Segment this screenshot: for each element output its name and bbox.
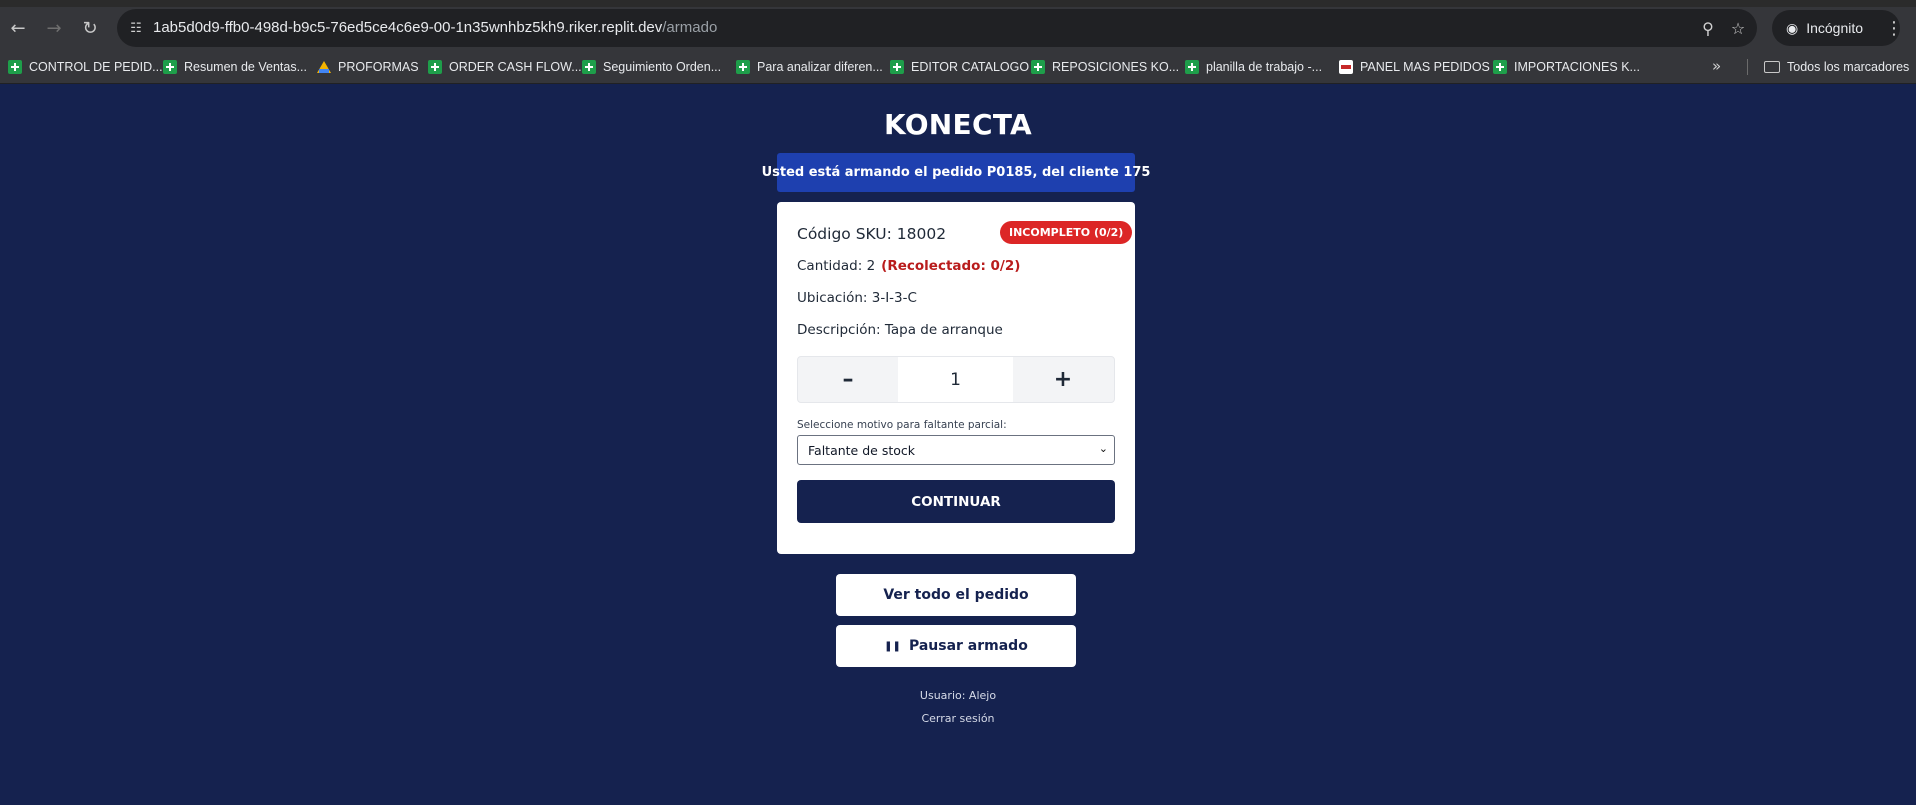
sheets-icon	[1185, 60, 1199, 74]
bookmark-label: PANEL MAS PEDIDOS	[1360, 60, 1490, 74]
description-label: Descripción:	[797, 322, 881, 338]
logout-link[interactable]: Cerrar sesión	[0, 712, 1916, 725]
reason-selected-value: Faltante de stock	[808, 442, 915, 458]
bookmark-label: Para analizar diferen...	[757, 60, 883, 74]
sheets-icon	[163, 60, 177, 74]
sku-label: Código SKU:	[797, 225, 892, 243]
client-id: 175	[1123, 165, 1151, 180]
sheets-icon	[890, 60, 904, 74]
quantity-stepper: – 1 +	[797, 356, 1115, 403]
back-icon[interactable]: ←	[4, 14, 32, 42]
description-row: Descripción: Tapa de arranque	[797, 322, 1003, 338]
bookmark-item[interactable]: EDITOR CATALOGO	[890, 56, 1029, 78]
banner-prefix: Usted está armando el pedido	[761, 165, 987, 180]
bookmark-label: PROFORMAS	[338, 60, 419, 74]
decrement-button[interactable]: –	[798, 357, 898, 402]
bookmarks-bar: CONTROL DE PEDID... Resumen de Ventas...…	[0, 49, 1916, 84]
incognito-icon: ◉	[1786, 19, 1799, 36]
panel-icon	[1339, 60, 1353, 74]
sheets-icon	[736, 60, 750, 74]
collected-status: (Recolectado: 0/2)	[881, 258, 1021, 274]
view-order-label: Ver todo el pedido	[883, 587, 1029, 603]
address-bar[interactable]: ☷ 1ab5d0d9-ffb0-498d-b9c5-76ed5ce4c6e9-0…	[117, 9, 1757, 47]
order-id: P0185	[986, 165, 1033, 180]
bookmark-label: planilla de trabajo -...	[1206, 60, 1323, 74]
description-value: Tapa de arranque	[884, 322, 1003, 338]
chevron-down-icon: ⌄	[1098, 442, 1108, 455]
location-value: 3-I-3-C	[871, 290, 917, 306]
bookmark-item[interactable]: CONTROL DE PEDID...	[8, 56, 163, 78]
site-info-icon[interactable]: ☷	[125, 17, 147, 39]
bookmark-item[interactable]: Resumen de Ventas...	[163, 56, 307, 78]
sku-row: Código SKU: 18002	[797, 225, 946, 243]
view-order-button[interactable]: Ver todo el pedido	[836, 574, 1076, 616]
status-badge: INCOMPLETO (0/2)	[1000, 221, 1133, 244]
all-bookmarks-folder[interactable]: Todos los marcadores	[1764, 56, 1909, 78]
all-bookmarks-label: Todos los marcadores	[1787, 60, 1910, 74]
bookmark-label: Seguimiento Orden...	[603, 60, 722, 74]
quantity-label: Cantidad:	[797, 258, 863, 274]
bookmark-item[interactable]: PROFORMAS	[317, 56, 419, 78]
bookmark-item[interactable]: REPOSICIONES KO...	[1031, 56, 1179, 78]
url-host: 1ab5d0d9-ffb0-498d-b9c5-76ed5ce4c6e9-00-…	[153, 19, 663, 36]
menu-icon[interactable]: ⋮	[1880, 14, 1908, 42]
bookmarks-divider	[1747, 59, 1748, 75]
drive-icon	[317, 60, 331, 74]
browser-toolbar: ← → ↻ ☷ 1ab5d0d9-ffb0-498d-b9c5-76ed5ce4…	[0, 7, 1916, 49]
quantity-input[interactable]: 1	[898, 357, 1013, 402]
user-label: Usuario: Alejo	[919, 689, 997, 702]
bookmark-star-icon[interactable]: ☆	[1727, 17, 1749, 39]
bookmark-label: IMPORTACIONES K...	[1514, 60, 1640, 74]
bookmark-label: Resumen de Ventas...	[184, 60, 307, 74]
continue-button[interactable]: CONTINUAR	[797, 480, 1115, 523]
pause-icon: ❚❚	[884, 640, 901, 652]
bookmark-item[interactable]: Seguimiento Orden...	[582, 56, 721, 78]
bookmark-item[interactable]: planilla de trabajo -...	[1185, 56, 1322, 78]
banner-middle: , del cliente	[1032, 165, 1124, 180]
quantity-row: Cantidad: 2 (Recolectado: 0/2)	[797, 258, 1020, 274]
zoom-icon[interactable]: ⚲	[1697, 17, 1719, 39]
item-card: Código SKU: 18002 INCOMPLETO (0/2) Canti…	[777, 202, 1135, 554]
bookmark-label: REPOSICIONES KO...	[1052, 60, 1180, 74]
bookmark-label: CONTROL DE PEDID...	[29, 60, 163, 74]
increment-button[interactable]: +	[1013, 357, 1113, 402]
bookmark-item[interactable]: PANEL MAS PEDIDOS	[1339, 56, 1490, 78]
sheets-icon	[582, 60, 596, 74]
url-text[interactable]: 1ab5d0d9-ffb0-498d-b9c5-76ed5ce4c6e9-00-…	[153, 19, 717, 36]
folder-icon	[1764, 61, 1780, 73]
window-top-strip	[0, 0, 1916, 7]
sheets-icon	[428, 60, 442, 74]
sheets-icon	[1031, 60, 1045, 74]
reason-select[interactable]: Faltante de stock ⌄	[797, 435, 1115, 465]
bookmark-item[interactable]: IMPORTACIONES K...	[1493, 56, 1640, 78]
forward-icon[interactable]: →	[40, 14, 68, 42]
location-row: Ubicación: 3-I-3-C	[797, 290, 917, 306]
sheets-icon	[1493, 60, 1507, 74]
order-banner: Usted está armando el pedido P0185, del …	[762, 153, 1150, 192]
reload-icon[interactable]: ↻	[76, 14, 104, 42]
location-label: Ubicación:	[797, 290, 868, 306]
bookmark-item[interactable]: Para analizar diferen...	[736, 56, 883, 78]
more-bookmarks-icon[interactable]: »	[1712, 57, 1721, 75]
app-title: KONECTA	[883, 108, 1033, 141]
sku-value: 18002	[896, 225, 947, 243]
pause-label: Pausar armado	[908, 638, 1028, 654]
sheets-icon	[8, 60, 22, 74]
incognito-label: Incógnito	[1806, 20, 1864, 36]
bookmark-item[interactable]: ORDER CASH FLOW...	[428, 56, 582, 78]
pause-button[interactable]: ❚❚ Pausar armado	[836, 625, 1076, 667]
reason-label: Seleccione motivo para faltante parcial:	[797, 419, 1007, 431]
bookmark-label: ORDER CASH FLOW...	[449, 60, 582, 74]
bookmark-label: EDITOR CATALOGO	[911, 60, 1030, 74]
quantity-value: 2	[866, 258, 876, 274]
url-path: /armado	[662, 19, 718, 36]
